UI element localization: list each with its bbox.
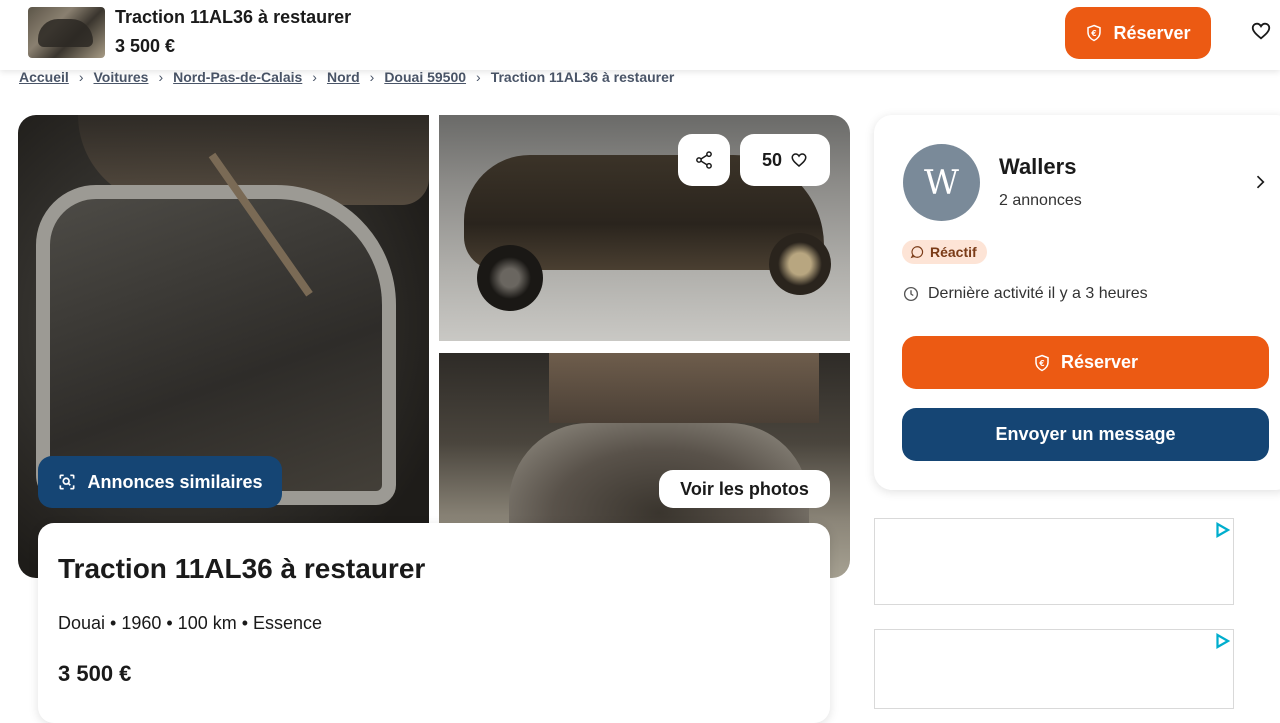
breadcrumb-link-voitures[interactable]: Voitures — [93, 69, 148, 85]
svg-text:€: € — [1091, 29, 1097, 38]
photo-gallery — [18, 115, 850, 578]
reserve-button[interactable]: € Réserver — [902, 336, 1269, 389]
avatar[interactable]: W — [903, 144, 980, 221]
chevron-right-icon: › — [312, 69, 317, 85]
breadcrumb-link-region[interactable]: Nord-Pas-de-Calais — [173, 69, 302, 85]
chevron-right-icon: › — [158, 69, 164, 85]
share-icon — [696, 151, 712, 169]
breadcrumb-link-department[interactable]: Nord — [327, 69, 360, 85]
search-image-icon — [59, 474, 75, 490]
sticky-header: Traction 11AL36 à restaurer 3 500 € € Ré… — [0, 0, 1280, 70]
breadcrumb-link-accueil[interactable]: Accueil — [19, 69, 69, 85]
seller-name[interactable]: Wallers — [999, 154, 1076, 180]
last-activity: Dernière activité il y a 3 heures — [902, 285, 1148, 303]
listing-thumbnail[interactable] — [28, 7, 105, 58]
favorite-button[interactable]: 50 — [740, 134, 830, 186]
breadcrumb-current: Traction 11AL36 à restaurer — [490, 69, 675, 85]
ad-slot[interactable] — [874, 629, 1234, 709]
last-activity-text: Dernière activité il y a 3 heures — [928, 285, 1148, 302]
listing-info-card: Traction 11AL36 à restaurer Douai • 1960… — [38, 523, 830, 723]
listing-meta: Douai • 1960 • 100 km • Essence — [58, 613, 323, 633]
favorites-count: 50 — [761, 149, 783, 170]
svg-text:€: € — [1038, 359, 1044, 368]
ad-choices-icon[interactable] — [1213, 521, 1231, 539]
header-title: Traction 11AL36 à restaurer — [115, 7, 352, 27]
ad-choices-icon[interactable] — [1213, 632, 1231, 650]
seller-card: W Wallers 2 annonces Réactif Dernière ac… — [874, 115, 1280, 490]
share-button[interactable] — [678, 134, 730, 186]
reserve-label: Réserver — [1113, 22, 1191, 43]
breadcrumb: Accueil › Voitures › Nord-Pas-de-Calais … — [19, 67, 674, 87]
photo-main[interactable] — [18, 115, 429, 578]
shield-euro-icon: € — [1087, 24, 1102, 42]
chevron-right-icon: › — [369, 69, 375, 85]
badge-label: Réactif — [930, 244, 977, 260]
clock-icon — [903, 286, 919, 302]
send-message-button[interactable]: Envoyer un message — [902, 408, 1269, 461]
shield-euro-icon: € — [1035, 354, 1049, 371]
view-photos-button[interactable]: Voir les photos — [659, 470, 830, 508]
seller-ads-count: 2 annonces — [999, 192, 1082, 209]
ad-slot[interactable] — [874, 518, 1234, 605]
heart-icon[interactable] — [1250, 20, 1272, 42]
chevron-right-icon: › — [476, 69, 481, 85]
chevron-right-icon: › — [78, 69, 84, 85]
listing-title: Traction 11AL36 à restaurer — [58, 553, 426, 584]
reserve-label: Réserver — [1060, 352, 1139, 372]
breadcrumb-link-city[interactable]: Douai 59500 — [384, 69, 466, 85]
similar-ads-button[interactable]: Annonces similaires — [38, 456, 282, 508]
reserve-button-header[interactable]: € Réserver — [1065, 7, 1211, 59]
listing-price: 3 500 € — [58, 661, 132, 686]
heart-icon — [791, 153, 807, 167]
header-price: 3 500 € — [115, 36, 176, 56]
chat-icon — [910, 246, 924, 259]
status-badge: Réactif — [902, 240, 987, 264]
chevron-right-icon[interactable] — [1250, 170, 1270, 194]
similar-ads-label: Annonces similaires — [87, 471, 263, 492]
